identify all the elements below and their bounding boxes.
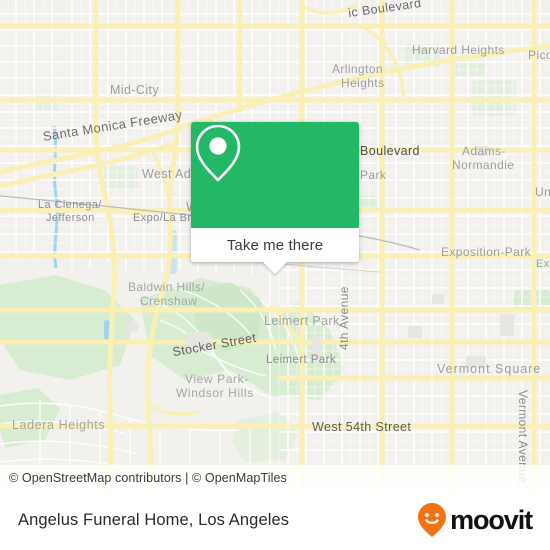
moovit-smile-pin-icon xyxy=(418,503,447,537)
map-attribution-bar: © OpenStreetMap contributors | © OpenMap… xyxy=(0,465,550,490)
popup-pointer-tail xyxy=(262,261,288,274)
map-canvas[interactable]: ic Boulevard Harvard Heights Pico- Arlin… xyxy=(0,0,550,490)
take-me-there-button[interactable]: Take me there xyxy=(191,228,359,262)
moovit-logo: moovit xyxy=(417,502,533,538)
place-title: Angelus Funeral Home, Los Angeles xyxy=(18,510,290,529)
footer-bar: Angelus Funeral Home, Los Angeles moovit xyxy=(0,490,550,550)
map-screenshot: ic Boulevard Harvard Heights Pico- Arlin… xyxy=(0,0,550,550)
location-popup-card[interactable]: Take me there xyxy=(191,122,359,274)
moovit-wordmark: moovit xyxy=(450,504,533,535)
map-pin-icon xyxy=(195,124,241,182)
popup-header xyxy=(191,122,359,228)
attribution-text: © OpenStreetMap contributors | © OpenMap… xyxy=(9,470,287,485)
